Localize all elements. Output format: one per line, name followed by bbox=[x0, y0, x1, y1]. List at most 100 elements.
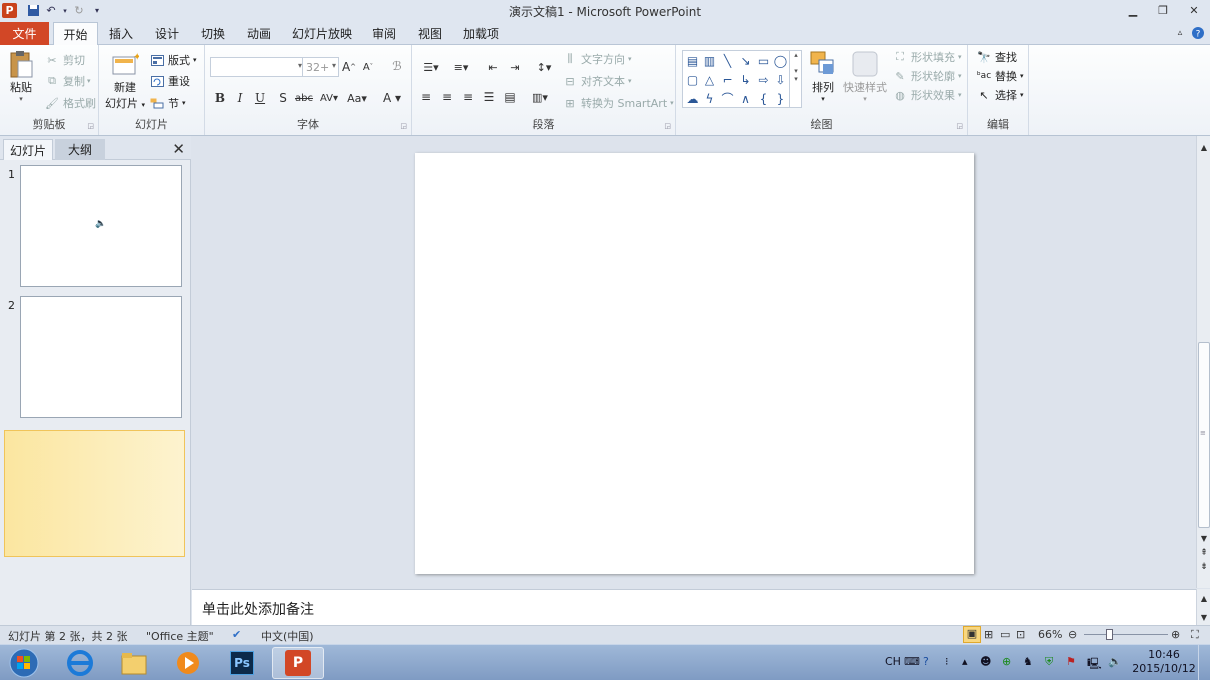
clipboard-launcher-icon[interactable]: ◲ bbox=[87, 122, 94, 130]
convert-smartart-button[interactable]: ⊞ 转换为 SmartArt ▾ bbox=[562, 94, 673, 112]
taskbar-ie[interactable] bbox=[54, 647, 106, 679]
decrease-indent-icon[interactable]: ⇤ bbox=[484, 58, 502, 76]
slide-sorter-view-icon[interactable]: ⊞ bbox=[984, 628, 993, 641]
cloud-shape-icon[interactable]: ☁ bbox=[684, 90, 701, 107]
close-button[interactable]: ✕ bbox=[1181, 1, 1207, 19]
ime-options-icon[interactable]: ⁝ bbox=[945, 655, 949, 668]
drawing-launcher-icon[interactable]: ◲ bbox=[956, 122, 963, 130]
network-icon[interactable]: 🖳 bbox=[1087, 655, 1102, 674]
theme-status[interactable]: "Office 主题" bbox=[146, 628, 214, 644]
down-arrow-shape-icon[interactable]: ⇩ bbox=[772, 71, 789, 88]
italic-icon[interactable]: I bbox=[233, 89, 247, 107]
cut-button[interactable]: ✂ 剪切 bbox=[44, 51, 85, 69]
normal-view-icon[interactable]: ▣ bbox=[963, 626, 981, 643]
bold-icon[interactable]: B bbox=[213, 89, 227, 107]
tab-file[interactable]: 文件 bbox=[0, 22, 49, 45]
quick-styles-dropdown-icon[interactable]: ▾ bbox=[863, 95, 867, 103]
paste-button[interactable]: 粘贴 ▾ bbox=[5, 49, 37, 103]
ime-indicator[interactable]: CH bbox=[885, 655, 901, 668]
shield-tray-icon[interactable]: ⛨ bbox=[1045, 655, 1053, 669]
scroll-thumb[interactable]: ≡ bbox=[1198, 342, 1210, 528]
lightning-shape-icon[interactable]: ϟ bbox=[701, 90, 718, 107]
align-left-icon[interactable]: ≡ bbox=[418, 88, 434, 106]
tab-outline[interactable]: 大纲 bbox=[55, 139, 105, 160]
distributed-icon[interactable]: ▤ bbox=[502, 88, 518, 106]
fit-to-window-icon[interactable]: ⛶ bbox=[1191, 628, 1199, 642]
arrow-line-shape-icon[interactable]: ↘ bbox=[737, 52, 754, 69]
minimize-button[interactable]: ▁ bbox=[1120, 1, 1146, 19]
taskbar-photoshop[interactable]: Ps bbox=[216, 647, 268, 679]
font-name-combo[interactable]: ▾ bbox=[210, 57, 305, 77]
arc-shape-icon[interactable]: ⌒ bbox=[719, 90, 736, 107]
line-spacing-icon[interactable]: ↕▾ bbox=[532, 58, 556, 76]
tab-view[interactable]: 视图 bbox=[410, 22, 450, 45]
section-dropdown-icon[interactable]: ▾ bbox=[182, 99, 186, 107]
zoom-slider[interactable] bbox=[1084, 634, 1168, 635]
taskbar-clock[interactable]: 10:46 2015/10/12 bbox=[1132, 648, 1196, 676]
slide-canvas[interactable] bbox=[415, 153, 974, 574]
select-button[interactable]: ↖ 选择 ▾ bbox=[976, 86, 1024, 104]
shapes-gallery[interactable]: ▤ ▥ ╲ ↘ ▭ ◯ ▢ △ ⌐ ↳ ⇨ ⇩ ☁ ϟ ⌒ ∧ { } ▴ ▾ ▾ bbox=[682, 50, 802, 108]
font-color-icon[interactable]: A ▾ bbox=[380, 89, 404, 107]
columns-icon[interactable]: ▥▾ bbox=[528, 88, 552, 106]
tab-slideshow[interactable]: 幻灯片放映 bbox=[287, 22, 357, 45]
rectangle-shape-icon[interactable]: ▭ bbox=[755, 52, 772, 69]
help-tray-icon[interactable]: ? bbox=[923, 655, 929, 668]
paragraph-launcher-icon[interactable]: ◲ bbox=[664, 122, 671, 130]
qq-tray-icon[interactable]: ♞ bbox=[1023, 655, 1033, 668]
flag-tray-icon[interactable]: ⚑ bbox=[1066, 655, 1076, 668]
next-slide-icon[interactable]: ⇟ bbox=[1197, 560, 1210, 574]
tab-insert[interactable]: 插入 bbox=[101, 22, 141, 45]
language-status[interactable]: 中文(中国) bbox=[261, 628, 314, 644]
strikethrough-icon[interactable]: abc bbox=[295, 89, 313, 107]
triangle-shape-icon[interactable]: △ bbox=[701, 71, 718, 88]
new-slide-button[interactable]: ✦ 新建 幻灯片 ▾ bbox=[105, 49, 145, 111]
zoom-out-icon[interactable]: ⊖ bbox=[1068, 628, 1077, 641]
underline-icon[interactable]: U bbox=[253, 89, 267, 107]
previous-slide-icon[interactable]: ⇞ bbox=[1197, 546, 1210, 560]
elbow-connector-shape-icon[interactable]: ⌐ bbox=[719, 71, 736, 88]
slide-thumbnail-2[interactable] bbox=[20, 296, 182, 418]
text-direction-button[interactable]: ⫼ 文字方向 ▾ bbox=[562, 50, 631, 68]
scroll-down-icon[interactable]: ▼ bbox=[1197, 531, 1210, 545]
shrink-font-icon[interactable]: Aˇ bbox=[360, 58, 376, 76]
change-case-icon[interactable]: Aa▾ bbox=[345, 89, 369, 107]
user-tray-icon[interactable]: ☻ bbox=[980, 655, 991, 668]
notes-scroll-down-icon[interactable]: ▼ bbox=[1197, 610, 1210, 624]
justify-icon[interactable]: ☰ bbox=[481, 88, 497, 106]
paste-dropdown-icon[interactable]: ▾ bbox=[19, 95, 23, 103]
show-hidden-icons[interactable]: ▴ bbox=[962, 655, 968, 668]
collapse-ribbon-icon[interactable]: ▵ bbox=[1170, 24, 1190, 42]
line-shape-icon[interactable]: ╲ bbox=[719, 52, 736, 69]
reading-view-icon[interactable]: ▭ bbox=[1000, 628, 1010, 641]
character-spacing-icon[interactable]: AV▾ bbox=[317, 89, 341, 107]
select-dropdown-icon[interactable]: ▾ bbox=[1020, 91, 1024, 99]
font-launcher-icon[interactable]: ◲ bbox=[400, 122, 407, 130]
rounded-rect-shape-icon[interactable]: ▢ bbox=[684, 71, 701, 88]
clear-formatting-icon[interactable]: ℬ bbox=[388, 57, 406, 75]
slideshow-view-icon[interactable]: ⊡ bbox=[1016, 628, 1025, 641]
replace-dropdown-icon[interactable]: ▾ bbox=[1020, 72, 1024, 80]
slide-thumbnail-1[interactable]: 🔈 bbox=[20, 165, 182, 287]
gallery-scroll[interactable]: ▴ ▾ ▾ bbox=[789, 51, 802, 107]
zoom-in-icon[interactable]: ⊕ bbox=[1171, 628, 1180, 641]
bullets-icon[interactable]: ☰▾ bbox=[418, 58, 444, 76]
layout-dropdown-icon[interactable]: ▾ bbox=[193, 56, 197, 64]
notes-scroll-up-icon[interactable]: ▲ bbox=[1197, 591, 1210, 605]
oval-shape-icon[interactable]: ◯ bbox=[772, 52, 789, 69]
right-arrow-shape-icon[interactable]: ⇨ bbox=[755, 71, 772, 88]
start-button[interactable] bbox=[2, 647, 46, 679]
volume-icon[interactable]: 🔈 bbox=[1108, 655, 1122, 668]
font-size-combo[interactable]: 32+ ▾ bbox=[302, 57, 339, 77]
tab-slides[interactable]: 幻灯片 bbox=[3, 139, 53, 160]
curve-shape-icon[interactable]: ∧ bbox=[737, 90, 754, 107]
zoom-level[interactable]: 66% bbox=[1038, 628, 1062, 641]
reset-button[interactable]: 重设 bbox=[149, 72, 190, 90]
arrange-button[interactable]: 排列 ▾ bbox=[805, 49, 841, 103]
vertical-textbox-shape-icon[interactable]: ▥ bbox=[701, 52, 718, 69]
font-size-dropdown-icon[interactable]: ▾ bbox=[332, 61, 336, 70]
layout-button[interactable]: 版式 ▾ bbox=[149, 51, 197, 69]
tab-design[interactable]: 设计 bbox=[147, 22, 187, 45]
grow-font-icon[interactable]: A ^ bbox=[341, 58, 357, 76]
scroll-up-icon[interactable]: ▲ bbox=[1197, 140, 1210, 154]
